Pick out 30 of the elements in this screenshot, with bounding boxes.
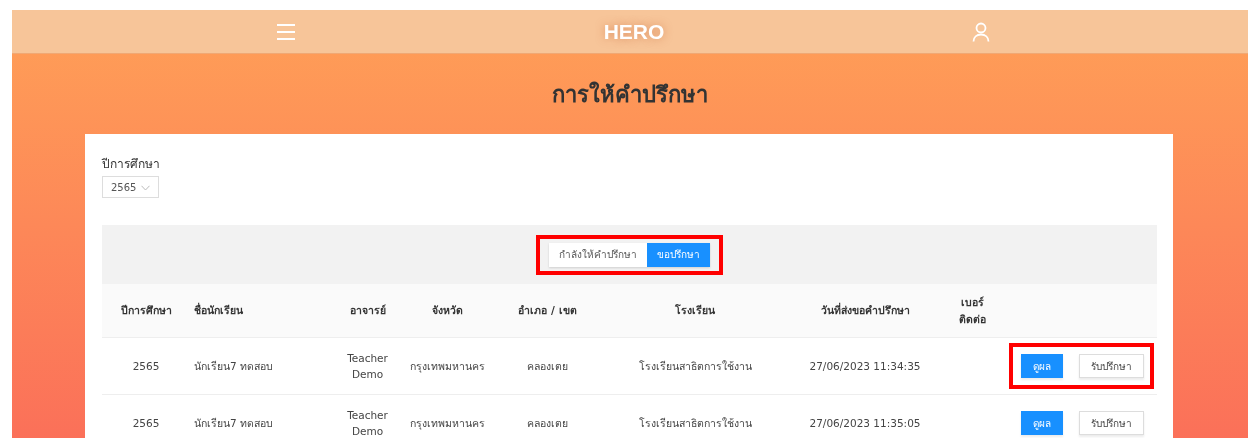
table-cell: 2565 (132, 360, 160, 372)
column-header: จังหวัด (432, 304, 463, 316)
menu-icon[interactable] (276, 22, 296, 41)
accept-button[interactable]: รับปรึกษา (1078, 411, 1144, 435)
table-cell: กรุงเทพมหานคร (410, 359, 485, 372)
column-header: เบอร์ ติดต่อ (958, 295, 987, 327)
column-header: วันที่ส่งขอคำปรึกษา (820, 304, 910, 316)
table-cell: 27/06/2023 11:35:05 (809, 417, 921, 429)
column-header: อำเภอ / เขต (518, 304, 577, 316)
table-cell: 2565 (132, 417, 160, 429)
page-title: การให้คำปรึกษา (551, 80, 709, 109)
table-cell: คลองเตย (527, 359, 568, 372)
segment-tab[interactable]: กำลังให้คำปรึกษา (549, 242, 647, 267)
table-cell: นักเรียน7 ทดสอบ (194, 416, 274, 429)
table-cell-text: Teacher Demo (346, 350, 389, 382)
column-header: โรงเรียน (675, 304, 715, 316)
table-cell: โรงเรียนสาธิตการใช้งาน (638, 359, 752, 372)
accept-button[interactable]: รับปรึกษา (1079, 354, 1144, 378)
table-cell: กรุงเทพมหานคร (410, 416, 485, 429)
table-cell: โรงเรียนสาธิตการใช้งาน (638, 416, 752, 429)
table-cell: นักเรียน7 ทดสอบ (194, 359, 274, 372)
user-icon[interactable] (972, 21, 990, 42)
table-cell-text: Teacher Demo (346, 407, 389, 438)
column-header: ชื่อนักเรียน (194, 304, 243, 316)
table-cell: คลองเตย (527, 416, 568, 429)
column-header: อาจารย์ (349, 304, 386, 316)
year-select[interactable]: 2565 (102, 176, 160, 198)
column-header: ปีการศึกษา (120, 304, 172, 316)
table-cell: 27/06/2023 11:34:35 (809, 360, 921, 372)
field-label: ปีการศึกษา (102, 156, 161, 173)
